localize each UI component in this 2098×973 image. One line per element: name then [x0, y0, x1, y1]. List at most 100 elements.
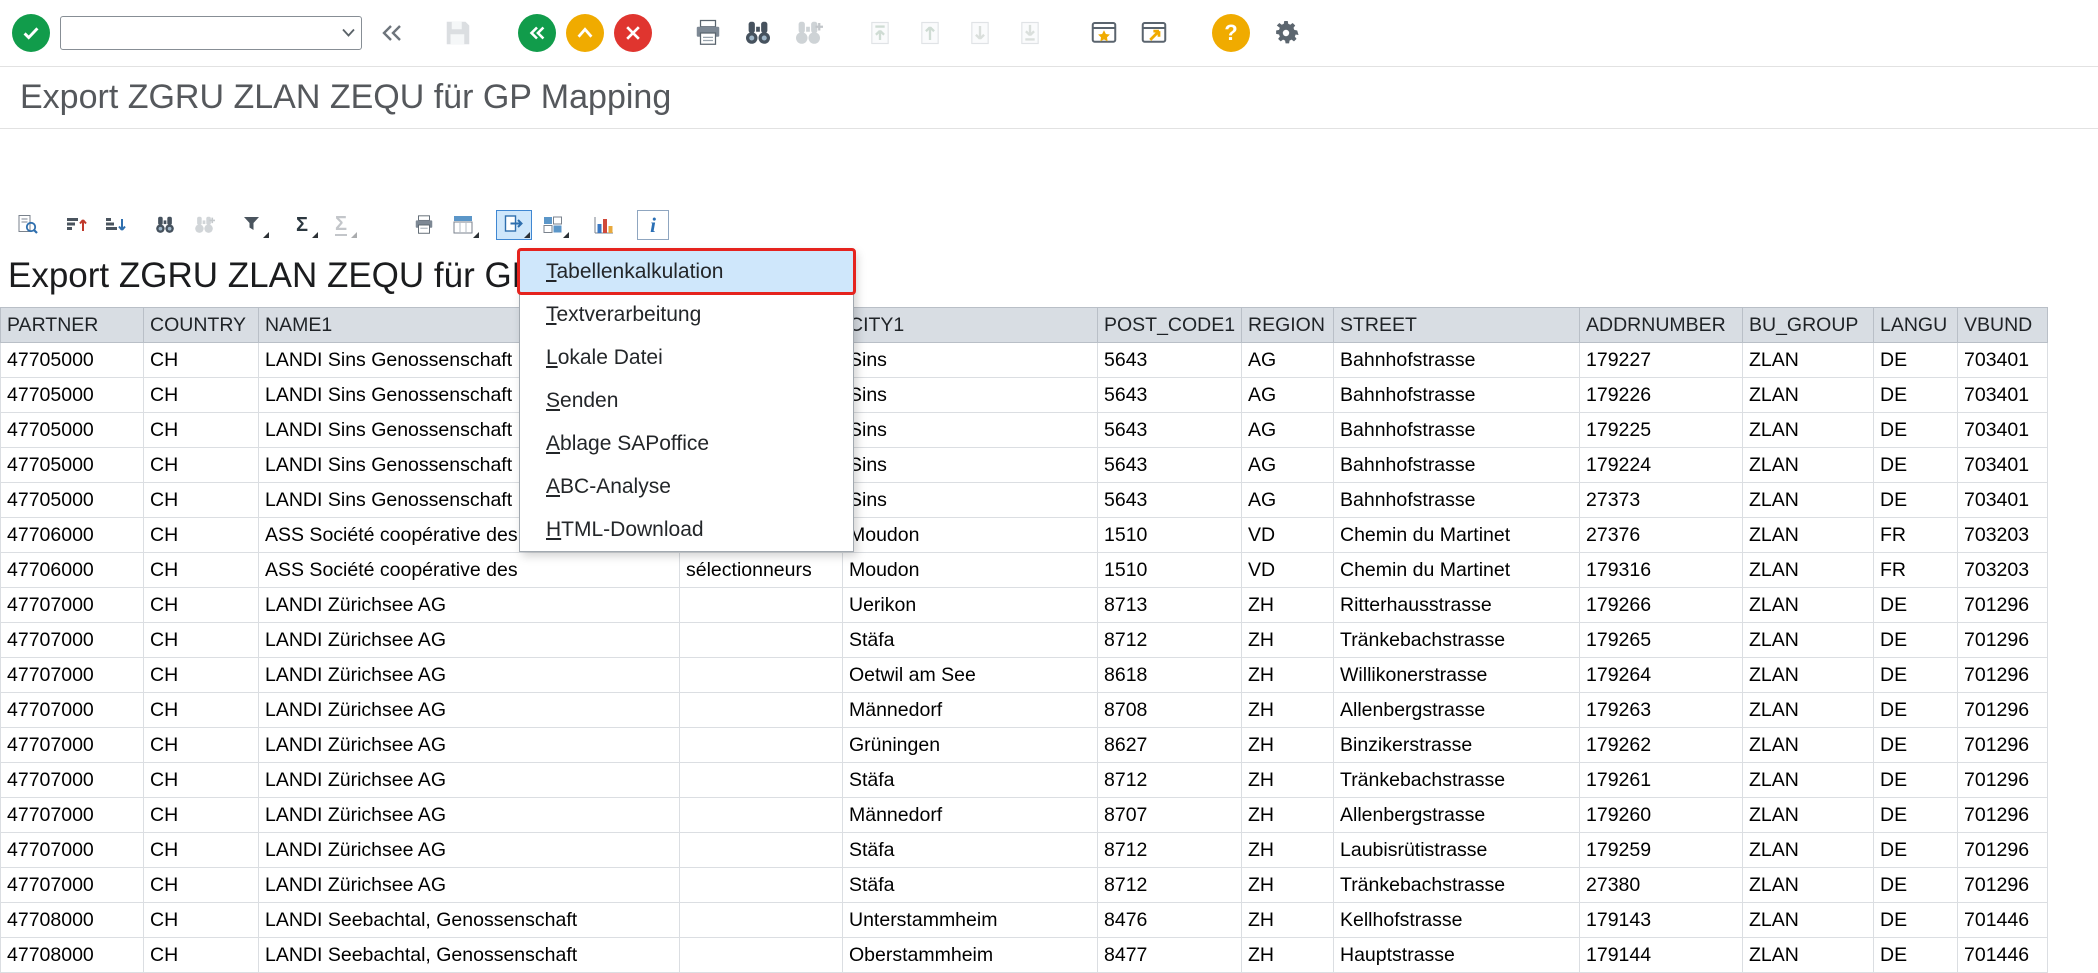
cell[interactable]: LANDI Zürichsee AG	[259, 623, 680, 658]
cell[interactable]: Oetwil am See	[843, 658, 1098, 693]
cell[interactable]: 8707	[1098, 798, 1242, 833]
details-button[interactable]	[10, 210, 46, 240]
cell[interactable]: DE	[1874, 343, 1958, 378]
cell[interactable]: CH	[144, 623, 259, 658]
column-header[interactable]: STREET	[1334, 308, 1580, 343]
cell[interactable]: Bahnhofstrasse	[1334, 448, 1580, 483]
cell[interactable]: VD	[1242, 518, 1334, 553]
cell[interactable]: 703401	[1958, 448, 2048, 483]
cell[interactable]: ZLAN	[1743, 658, 1874, 693]
cell[interactable]: 701446	[1958, 903, 2048, 938]
customize-button[interactable]	[1266, 13, 1306, 53]
cell[interactable]: 701296	[1958, 798, 2048, 833]
cell[interactable]: 47707000	[1, 798, 144, 833]
cell[interactable]: 5643	[1098, 483, 1242, 518]
cell[interactable]: 179260	[1580, 798, 1743, 833]
previous-page-button[interactable]	[910, 13, 950, 53]
cell[interactable]: 5643	[1098, 448, 1242, 483]
cell[interactable]: ZH	[1242, 868, 1334, 903]
cell[interactable]	[680, 938, 843, 973]
cell[interactable]: CH	[144, 728, 259, 763]
exit-button[interactable]	[566, 14, 604, 52]
menu-item-senden[interactable]: Senden	[520, 379, 853, 422]
cell[interactable]: ZLAN	[1743, 378, 1874, 413]
sort-descending-button[interactable]	[98, 210, 134, 240]
column-header[interactable]: REGION	[1242, 308, 1334, 343]
cell[interactable]: DE	[1874, 763, 1958, 798]
menu-item-abc-analyse[interactable]: ABC-Analyse	[520, 465, 853, 508]
cell[interactable]: ZH	[1242, 658, 1334, 693]
cell[interactable]: CH	[144, 378, 259, 413]
cell[interactable]: CH	[144, 798, 259, 833]
cell[interactable]: CH	[144, 903, 259, 938]
cell[interactable]: DE	[1874, 448, 1958, 483]
cell[interactable]: Tränkebachstrasse	[1334, 763, 1580, 798]
cell[interactable]: 701296	[1958, 868, 2048, 903]
cell[interactable]: ZLAN	[1743, 483, 1874, 518]
new-session-button[interactable]	[1084, 13, 1124, 53]
print-button[interactable]	[688, 13, 728, 53]
cell[interactable]: 701296	[1958, 623, 2048, 658]
cell[interactable]: 179259	[1580, 833, 1743, 868]
cell[interactable]: Moudon	[843, 518, 1098, 553]
cell[interactable]: DE	[1874, 833, 1958, 868]
cell[interactable]: 701296	[1958, 728, 2048, 763]
info-button[interactable]: i	[637, 210, 669, 240]
sum-button[interactable]: Σ	[284, 210, 320, 240]
cell[interactable]: 47708000	[1, 903, 144, 938]
cell[interactable]: 27380	[1580, 868, 1743, 903]
create-shortcut-button[interactable]	[1134, 13, 1174, 53]
cell[interactable]: LANDI Zürichsee AG	[259, 833, 680, 868]
cell[interactable]: 701296	[1958, 588, 2048, 623]
cell[interactable]: 179263	[1580, 693, 1743, 728]
cell[interactable]: DE	[1874, 693, 1958, 728]
cell[interactable]: AG	[1242, 378, 1334, 413]
cell[interactable]	[680, 868, 843, 903]
subtotals-button[interactable]: Σ	[323, 210, 359, 240]
cell[interactable]: LANDI Zürichsee AG	[259, 763, 680, 798]
cell[interactable]: AG	[1242, 448, 1334, 483]
cell[interactable]: 47705000	[1, 343, 144, 378]
cell[interactable]: Bahnhofstrasse	[1334, 378, 1580, 413]
cell[interactable]: 8713	[1098, 588, 1242, 623]
cell[interactable]	[680, 903, 843, 938]
cell[interactable]: Sins	[843, 413, 1098, 448]
cell[interactable]: AG	[1242, 413, 1334, 448]
cell[interactable]: Männedorf	[843, 798, 1098, 833]
cell[interactable]: DE	[1874, 378, 1958, 413]
cell[interactable]: Sins	[843, 483, 1098, 518]
cell[interactable]: AG	[1242, 343, 1334, 378]
cell[interactable]: 8627	[1098, 728, 1242, 763]
cell[interactable]: ZLAN	[1743, 763, 1874, 798]
cell[interactable]: DE	[1874, 623, 1958, 658]
cell[interactable]: 8618	[1098, 658, 1242, 693]
cell[interactable]: Sins	[843, 448, 1098, 483]
cell[interactable]: 179264	[1580, 658, 1743, 693]
cell[interactable]: 8712	[1098, 763, 1242, 798]
cell[interactable]: ZLAN	[1743, 343, 1874, 378]
cell[interactable]: DE	[1874, 658, 1958, 693]
cell[interactable]: Stäfa	[843, 868, 1098, 903]
cell[interactable]: 179262	[1580, 728, 1743, 763]
column-header[interactable]: COUNTRY	[144, 308, 259, 343]
cell[interactable]: CH	[144, 658, 259, 693]
cell[interactable]: Grüningen	[843, 728, 1098, 763]
cell[interactable]: ZH	[1242, 833, 1334, 868]
cell[interactable]: 47705000	[1, 483, 144, 518]
cell[interactable]: LANDI Seebachtal, Genossenschaft	[259, 938, 680, 973]
cell[interactable]: LANDI Zürichsee AG	[259, 798, 680, 833]
cell[interactable]: ASS Société coopérative des	[259, 553, 680, 588]
cell[interactable]: FR	[1874, 553, 1958, 588]
cell[interactable]: ZLAN	[1743, 833, 1874, 868]
cell[interactable]: 8476	[1098, 903, 1242, 938]
cell[interactable]: CH	[144, 938, 259, 973]
cell[interactable]: 47706000	[1, 553, 144, 588]
cell[interactable]: 1510	[1098, 518, 1242, 553]
collapse-toolbar-icon[interactable]	[372, 13, 412, 53]
cell[interactable]: ZLAN	[1743, 903, 1874, 938]
cell[interactable]: sélectionneurs	[680, 553, 843, 588]
find-button[interactable]	[738, 13, 778, 53]
menu-item-textverarbeitung[interactable]: Textverarbeitung	[520, 293, 853, 336]
column-header[interactable]: CITY1	[843, 308, 1098, 343]
cell[interactable]: 5643	[1098, 378, 1242, 413]
